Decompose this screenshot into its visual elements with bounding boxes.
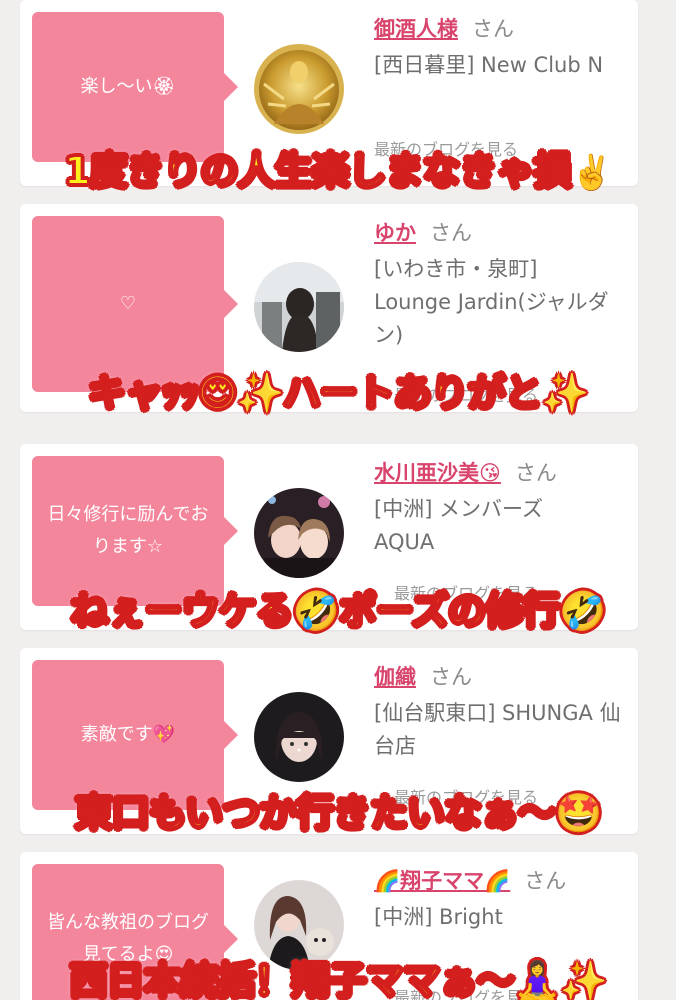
caption-overlay: 西日本統括！翔子ママぁ〜🧘‍♀️✨ [0,950,676,1000]
message-text: 日々修行に励んでおります☆ [47,504,209,557]
caption-overlay: キャｯｯ😍✨ハートありがと✨ [0,362,676,417]
woman-portrait-photo-icon [254,692,344,782]
honorific: さん [430,221,472,245]
name-line: 伽織 さん [374,662,624,692]
caption-overlay: ねぇーウケる🤣ポーズの修行🤣 [0,580,676,635]
name-line: 御酒人様 さん [374,14,624,44]
caption-text: 東口もいつか行きたいなぁ〜🤩 [74,790,604,836]
name-line: 🌈翔子ママ🌈 さん [374,866,624,896]
member-name-link[interactable]: 伽織 [374,665,416,689]
honorific: さん [430,665,472,689]
caption-text: 1度きりの人生楽しまなきゃ損 [63,148,572,194]
avatar[interactable] [254,262,344,352]
message-text: 素敵です💖 [80,724,176,745]
woman-photo-icon [254,262,344,352]
two-women-photo-icon [254,488,344,578]
shop-name: [西日暮里] New Club N [374,53,604,77]
member-name-link[interactable]: 水川亜沙美😘 [374,461,501,485]
member-info: 伽織 さん [仙台駅東口] SHUNGA 仙台店 [374,662,624,763]
shop-name: [仙台駅東口] SHUNGA 仙台店 [374,701,621,758]
honorific: さん [524,869,567,893]
avatar[interactable] [254,488,344,578]
shop-name: [いわき市・泉町] Lounge Jardin(ジャルダン) [374,257,609,347]
caption-overlay: 1度きりの人生楽しまなきゃ損✌️ [0,140,676,195]
message-text: 楽し〜い🏵 [80,76,176,97]
caption-text: ねぇーウケる🤣ポーズの修行🤣 [70,588,608,634]
member-info: 🌈翔子ママ🌈 さん [中洲] Bright [374,866,624,934]
name-line: 水川亜沙美😘 さん [374,458,624,488]
honorific: さん [472,17,514,41]
member-name-link[interactable]: 御酒人様 [374,17,458,41]
page: 楽し〜い🏵 御酒人様 さん [西日暮里] New Club N 最新のブログを見… [0,0,676,1000]
caption-text: キャｯｯ😍✨ハートありがと✨ [87,370,590,416]
caption-text: 西日本統括！翔子ママぁ〜🧘‍♀️✨ [69,958,609,1000]
shop-name: [中洲] Bright [374,905,503,929]
member-info: 水川亜沙美😘 さん [中洲] メンバーズAQUA [374,458,624,559]
caption-overlay: 東口もいつか行きたいなぁ〜🤩 [0,782,676,837]
golden-buddha-statue-icon [254,44,344,134]
member-name-link[interactable]: ゆか [374,221,416,245]
member-name-link[interactable]: 🌈翔子ママ🌈 [374,869,510,893]
message-text: ♡ [119,293,137,314]
honorific: さん [514,461,557,485]
name-line: ゆか さん [374,218,624,248]
victory-hand-icon: ✌️ [570,153,613,193]
avatar[interactable] [254,44,344,134]
shop-name: [中洲] メンバーズAQUA [374,497,544,554]
member-info: 御酒人様 さん [西日暮里] New Club N [374,14,624,82]
avatar[interactable] [254,692,344,782]
member-info: ゆか さん [いわき市・泉町] Lounge Jardin(ジャルダン) [374,218,624,352]
